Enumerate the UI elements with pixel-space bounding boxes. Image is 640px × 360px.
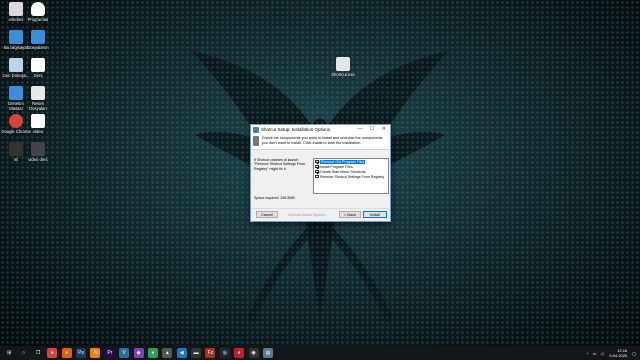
components-list[interactable]: Remove Old Program Files Install Program… — [313, 158, 389, 194]
taskbar-apps: ⊞ ○ ❐ ● ● Ps Ai Pr V ◆ ● ▲ ◀ ▬ Fz ◎ ● ◉ ◍ — [2, 348, 275, 358]
shotcut-app-icon — [253, 126, 259, 133]
system-tray: ^ ▭ ◁ 12:16 9.04.2020 ▢ — [587, 346, 636, 360]
clock[interactable]: 12:16 9.04.2020 — [609, 348, 627, 358]
steam-icon[interactable]: ◎ — [219, 348, 230, 358]
component-description: If Shotcut crashes at launch "Remove Sho… — [254, 158, 306, 171]
video-file-icon — [31, 114, 45, 128]
recycle-bin-icon — [9, 58, 23, 72]
component-remove-settings[interactable]: Remove Shotcut Settings From Registry — [314, 174, 388, 179]
notification-icon[interactable]: ▢ — [632, 351, 636, 356]
file-icon — [9, 142, 23, 156]
user-folder-icon — [9, 2, 23, 16]
header-instructions: Check the components you want to install… — [261, 136, 383, 145]
dialog-header: Check the components you want to install… — [251, 134, 390, 150]
shotcut-setup-icon[interactable]: ◍ — [262, 348, 273, 358]
image-file-icon — [31, 86, 45, 100]
vscode-icon[interactable]: ◀ — [176, 348, 187, 358]
maximize-button[interactable]: ☐ — [366, 125, 378, 134]
setup-dialog: Shotcut Setup: Installation Options — ☐ … — [250, 124, 391, 222]
desktop-icon-programlar[interactable]: Programlar — [23, 2, 53, 22]
component-checkbox[interactable] — [315, 164, 319, 169]
app-green-icon[interactable]: ● — [147, 348, 158, 358]
dialog-footer: Cancel Nullsoft Install System < Back In… — [251, 208, 390, 221]
setup-box-icon — [253, 136, 259, 146]
linux-penguin-icon — [31, 2, 45, 16]
taskbar: ⊞ ○ ❐ ● ● Ps Ai Pr V ◆ ● ▲ ◀ ▬ Fz ◎ ● ◉ ◍ ^ ▭ ◁ 12:16 9.04… — [0, 346, 640, 360]
chevron-up-icon[interactable]: ^ — [587, 351, 589, 356]
vectorworks-icon[interactable]: V — [119, 348, 130, 358]
app-dark-icon[interactable]: ▬ — [191, 348, 202, 358]
illustrator-icon[interactable]: Ai — [90, 348, 101, 358]
component-checkbox[interactable] — [315, 174, 319, 179]
document-icon — [31, 58, 45, 72]
chrome-icon[interactable]: ● — [47, 348, 58, 358]
nullsoft-brand: Nullsoft Install System — [288, 213, 326, 217]
folder-icon — [31, 30, 45, 44]
component-checkbox[interactable] — [315, 159, 319, 164]
installer-icon — [336, 57, 350, 71]
cancel-button[interactable]: Cancel — [256, 211, 278, 218]
desktop-icon-dosyalarim[interactable]: Dosyalarım — [23, 30, 53, 50]
dialog-titlebar[interactable]: Shotcut Setup: Installation Options — ☐ … — [251, 125, 390, 134]
close-button[interactable]: ✕ — [378, 125, 390, 134]
computer-icon — [9, 30, 23, 44]
desktop-icon-video[interactable]: video — [23, 114, 53, 134]
start-icon[interactable]: ⊞ — [4, 348, 14, 358]
task-view-icon[interactable]: ❐ — [33, 348, 43, 358]
chrome-icon — [9, 114, 23, 128]
desktop-icon-resim[interactable]: Resim Dosyaları — [23, 86, 53, 111]
photoshop-icon[interactable]: Ps — [76, 348, 87, 358]
premiere-icon[interactable]: Pr — [104, 348, 115, 358]
desktop-icon-ders[interactable]: Ders — [23, 58, 53, 78]
visual-studio-icon[interactable]: ◆ — [133, 348, 144, 358]
minimize-button[interactable]: — — [354, 125, 366, 134]
obs-icon[interactable]: ◉ — [248, 348, 259, 358]
video-file-icon — [31, 142, 45, 156]
app-grey-icon[interactable]: ▲ — [162, 348, 173, 358]
firefox-icon[interactable]: ● — [61, 348, 72, 358]
network-icon[interactable]: ▭ — [593, 351, 597, 356]
back-button[interactable]: < Back — [339, 211, 361, 218]
dialog-title: Shotcut Setup: Installation Options — [261, 127, 331, 132]
install-button[interactable]: Install — [363, 211, 387, 218]
space-required: Space required: 295.5MB — [254, 196, 295, 200]
desktop-icon-shotcut-exe[interactable]: Shortcut.exe — [328, 57, 358, 77]
control-panel-icon — [9, 86, 23, 100]
search-icon[interactable]: ○ — [19, 348, 29, 358]
volume-icon[interactable]: ◁ — [600, 351, 603, 356]
desktop-icon-video-ders[interactable]: video ders — [23, 142, 53, 162]
component-checkbox[interactable] — [315, 169, 319, 174]
app-red-icon[interactable]: ● — [234, 348, 245, 358]
filezilla-icon[interactable]: Fz — [205, 348, 216, 358]
